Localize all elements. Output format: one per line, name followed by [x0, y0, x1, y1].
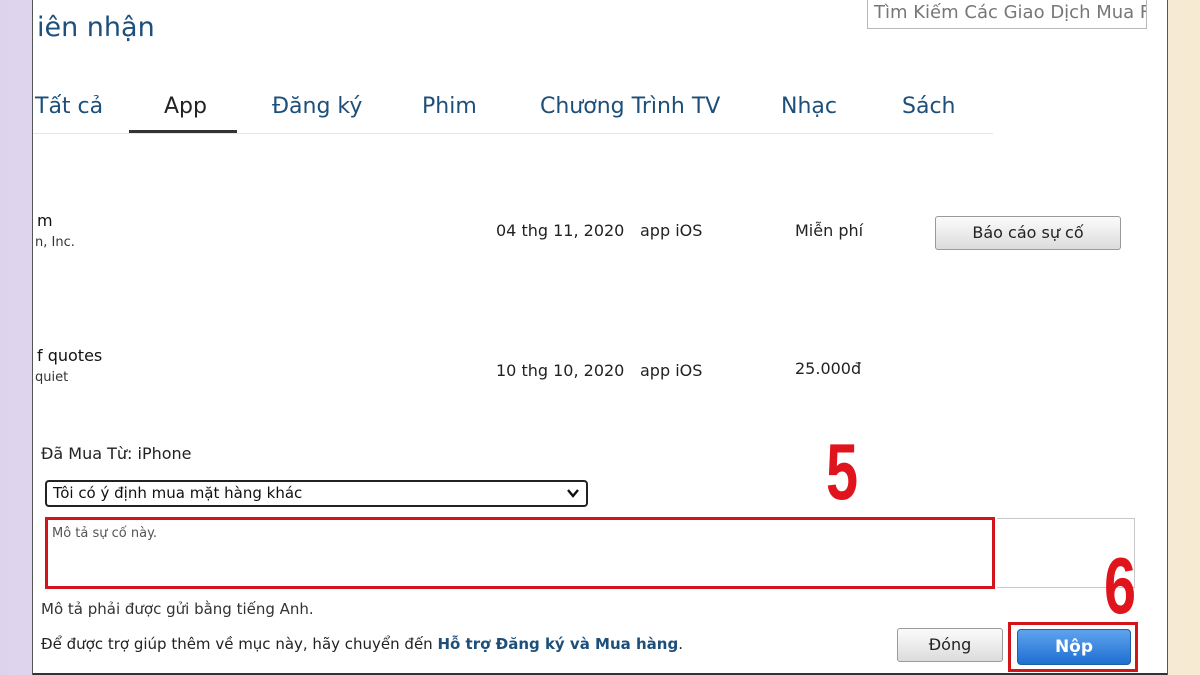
item-type: app iOS	[640, 221, 703, 240]
item-name: f quotes	[37, 346, 103, 365]
item-developer: n, Inc.	[35, 235, 75, 250]
tab-bar: Tất cả App Đăng ký Phim Chương Trình TV …	[33, 84, 993, 134]
item-developer: quiet	[35, 370, 69, 385]
description-textarea[interactable]: Mô tả sự cố này.	[45, 517, 995, 589]
purchase-history-panel: iên nhận Tìm Kiếm Các Giao Dịch Mua F Tấ…	[32, 0, 1168, 675]
step-6-annotation: 6	[1104, 541, 1137, 630]
search-input[interactable]: Tìm Kiếm Các Giao Dịch Mua F	[867, 0, 1147, 29]
tab-tv-shows[interactable]: Chương Trình TV	[540, 94, 720, 119]
item-type: app iOS	[640, 361, 703, 380]
purchase-row: f quotes quiet 10 thg 10, 2020 app iOS 2…	[33, 346, 1133, 406]
reason-select[interactable]: Tôi có ý định mua mặt hàng khác	[45, 480, 588, 507]
reason-select-value: Tôi có ý định mua mặt hàng khác	[53, 484, 303, 502]
purchase-date: 10 thg 10, 2020	[496, 361, 625, 380]
help-text-suffix: .	[678, 635, 684, 653]
tab-movies[interactable]: Phim	[422, 94, 477, 119]
page-title: iên nhận	[37, 12, 155, 43]
help-text-prefix: Để được trợ giúp thêm về mục này, hãy ch…	[41, 635, 438, 653]
tab-books[interactable]: Sách	[902, 94, 956, 119]
tab-all[interactable]: Tất cả	[35, 94, 103, 119]
tab-subscriptions[interactable]: Đăng ký	[272, 94, 362, 119]
tab-app[interactable]: App	[164, 94, 207, 119]
tabs-divider	[33, 133, 993, 134]
chevron-down-icon	[566, 483, 580, 507]
submit-button[interactable]: Nộp	[1017, 629, 1131, 665]
item-price: 25.000đ	[795, 359, 862, 378]
purchased-from-label: Đã Mua Từ: iPhone	[41, 444, 192, 463]
english-requirement-note: Mô tả phải được gửi bằng tiếng Anh.	[41, 600, 314, 618]
step-5-annotation: 5	[826, 427, 859, 516]
report-problem-button[interactable]: Báo cáo sự cố	[935, 216, 1121, 250]
item-name: m	[37, 211, 53, 230]
item-price: Miễn phí	[795, 221, 864, 240]
purchase-date: 04 thg 11, 2020	[496, 221, 625, 240]
help-text: Để được trợ giúp thêm về mục này, hãy ch…	[41, 635, 683, 653]
support-link[interactable]: Hỗ trợ Đăng ký và Mua hàng	[437, 635, 678, 653]
close-button[interactable]: Đóng	[897, 628, 1003, 662]
tab-music[interactable]: Nhạc	[781, 94, 837, 119]
